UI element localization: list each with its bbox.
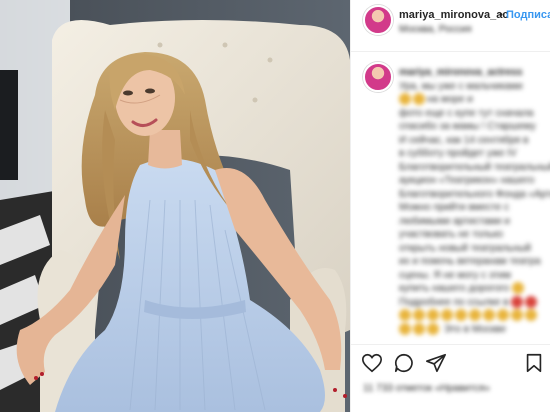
caption-emoji-row — [399, 309, 550, 323]
caption-line: Подробнее по ссылке в — [399, 295, 550, 310]
caption-line: купить нашего дорогого — [399, 282, 550, 296]
post-sidebar: mariya_mironova_ac • Подписа Москва, Рос… — [350, 0, 550, 412]
emoji-icon — [399, 93, 411, 106]
caption-line: Это в Москве — [399, 322, 550, 337]
post-caption: mariya_mironova_actress Ура, мы уже с ма… — [399, 66, 550, 336]
caption-line: Ура, мы уже с мальчиками — [399, 80, 523, 92]
emoji-icon — [511, 282, 524, 295]
emoji-icon — [525, 295, 538, 308]
caption-line: Благотворительного Фонда «Артист». — [399, 188, 550, 200]
heart-icon[interactable] — [361, 352, 383, 374]
share-icon[interactable] — [425, 352, 447, 374]
caption-line: аукцион «Театрикон» нашего — [399, 175, 535, 186]
caption-line: Благотворительный театральный — [399, 161, 550, 173]
post-location[interactable]: Москва, Россия — [399, 24, 472, 35]
caption-line: на море и — [399, 93, 550, 107]
emoji-icon — [511, 295, 524, 308]
caption-line: участвовать не только — [399, 229, 503, 240]
instagram-post: mariya_mironova_ac • Подписа Москва, Рос… — [0, 0, 550, 412]
follow-button[interactable]: Подписа — [506, 9, 550, 21]
author-username[interactable]: mariya_mironova_ac — [399, 9, 508, 21]
post-header: mariya_mironova_ac • Подписа Москва, Рос… — [351, 0, 550, 52]
caption-avatar[interactable] — [363, 62, 393, 92]
likes-count[interactable]: 11 733 отметок «Нравится» — [363, 383, 490, 394]
author-avatar[interactable] — [363, 5, 393, 35]
caption-line: спасибо за мамы ! Старшему — [399, 121, 536, 132]
header-separator: • — [499, 9, 503, 21]
caption-line: сцены. Я не могу с этим — [399, 269, 511, 281]
caption-author[interactable]: mariya_mironova_actress — [399, 66, 550, 80]
caption-line: И сейчас, как 14 сентября в — [399, 134, 529, 146]
caption-line: в субботу пройдет уже IV — [399, 148, 517, 159]
emoji-icon — [413, 93, 425, 106]
comment-icon[interactable] — [393, 352, 415, 374]
caption-line: открыть новый театральный — [399, 242, 531, 254]
caption-line: любимыми артистами и — [399, 215, 510, 227]
post-actions: 11 733 отметок «Нравится» — [351, 344, 550, 413]
caption-line: фото еще с купе тут сначала — [399, 107, 534, 119]
photo-illustration — [0, 0, 350, 412]
bookmark-icon[interactable] — [523, 352, 545, 374]
post-photo[interactable] — [0, 0, 350, 412]
caption-line: Можно прийти вместе с — [399, 202, 509, 213]
caption-line: их и помочь ветеранам театра — [399, 256, 541, 267]
